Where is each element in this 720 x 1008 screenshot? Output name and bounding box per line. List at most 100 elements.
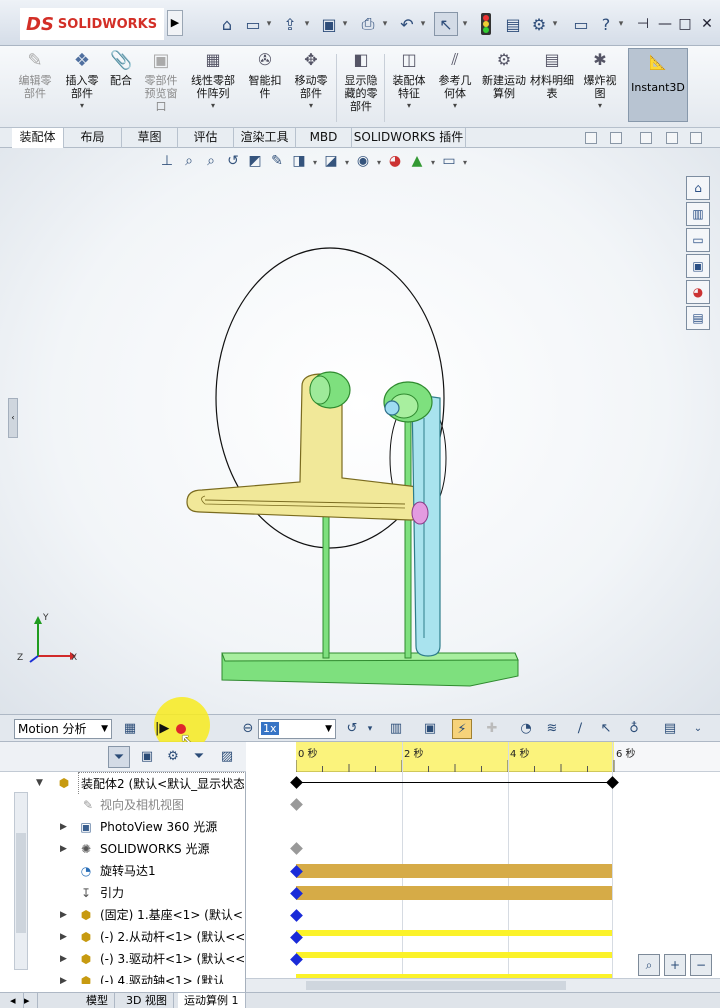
file-properties-icon[interactable]: ▤ — [502, 12, 524, 36]
dropdown-arrow-icon[interactable]: ▾ — [453, 101, 457, 110]
results-plot-icon[interactable]: ▤ — [660, 719, 680, 739]
expand-icon[interactable]: ▶ — [60, 816, 67, 838]
expand-icon[interactable]: ▶ — [60, 970, 67, 984]
playback-slider-icon[interactable]: ⊖ — [238, 719, 258, 739]
key-point[interactable] — [606, 776, 619, 789]
assembly-model[interactable]: X Y Z — [0, 148, 720, 714]
expand-icon[interactable]: ▶ — [60, 926, 67, 948]
animation-wizard-icon[interactable]: ▣ — [420, 719, 440, 739]
tab-model[interactable]: 模型 — [80, 993, 115, 1008]
tree-item-part[interactable]: ▶ ⬢ (-) 2.从动杆<1> (默认<<默 — [0, 926, 244, 948]
tab-evaluate[interactable]: 评估 — [178, 128, 234, 148]
print-icon[interactable]: ⎙ — [356, 12, 380, 36]
show-hidden-parts-button[interactable]: ◧ 显示隐藏的零部件 — [340, 50, 382, 124]
bom-button[interactable]: ▤ 材料明细表 — [530, 50, 574, 124]
select-icon[interactable]: ↖ — [434, 12, 458, 36]
save-icon[interactable]: ▣ — [318, 12, 340, 36]
smart-fastener-button[interactable]: ✇ 智能扣件 — [244, 50, 286, 124]
zoom-to-fit-icon[interactable]: ⌕ — [638, 954, 660, 976]
tree-item-assembly[interactable]: ▼ ⬢ 装配体2 (默认<默认_显示状态 — [0, 772, 244, 794]
motion-timeline[interactable]: 0 秒 2 秒 4 秒 6 秒 ⌕ + − — [246, 742, 720, 988]
print-dropdown-icon[interactable]: ▾ — [380, 12, 390, 36]
maximize-view-icon[interactable] — [690, 132, 702, 144]
mate-button[interactable]: 📎 配合 — [106, 50, 136, 124]
tree-item-rotary-motor[interactable]: ◔ 旋转马达1 — [0, 860, 244, 882]
chevron-down-icon[interactable]: ⌄ — [688, 719, 708, 739]
tab-sketch[interactable]: 草图 — [122, 128, 178, 148]
part-timeline-bar[interactable] — [296, 930, 612, 936]
study-type-select[interactable]: Motion 分析 ▼ — [14, 719, 112, 739]
zoom-out-icon[interactable]: − — [690, 954, 712, 976]
new-document-icon[interactable]: ▭ — [242, 12, 264, 36]
home-icon[interactable]: ⌂ — [215, 12, 239, 36]
solidworks-logo[interactable]: DS SOLIDWORKS — [20, 8, 164, 40]
filter-icon[interactable]: ⏷ — [108, 746, 130, 768]
graphics-area[interactable]: ⊥ ⌕ ⌕ ↺ ◩ ✎ ◨ ▾ ◪ ▾ ◉ ▾ ◕ ▲ ▾ ▭ ▾ ⌂ ▥ ▭ … — [0, 148, 720, 714]
key-point[interactable] — [290, 909, 303, 922]
maximize-button[interactable]: □ — [674, 14, 696, 34]
collapse-right-icon[interactable] — [610, 132, 622, 144]
help-dropdown-icon[interactable]: ▾ — [616, 12, 626, 36]
expand-icon[interactable]: ▶ — [60, 948, 67, 970]
filter-driving-icon[interactable]: ⚙ — [162, 746, 184, 768]
tree-item-gravity[interactable]: ↧ 引力 — [0, 882, 244, 904]
insert-part-button[interactable]: ❖ 插入零部件 ▾ — [60, 50, 104, 124]
spring-icon[interactable]: ≋ — [542, 719, 562, 739]
dropdown-arrow-icon[interactable]: ▾ — [407, 101, 411, 110]
motor-timeline-bar[interactable] — [296, 864, 612, 878]
timeline-scrollbar[interactable] — [246, 978, 720, 992]
restore-icon[interactable] — [666, 132, 678, 144]
new-motion-study-button[interactable]: ⚙ 新建运动算例 — [482, 50, 526, 124]
tab-render-tools[interactable]: 渲染工具 — [234, 128, 296, 148]
options-icon[interactable]: ⚙ — [528, 12, 550, 36]
exploded-view-button[interactable]: ✱ 爆炸视图 ▾ — [578, 50, 622, 124]
filter-results-icon[interactable]: ▨ — [216, 746, 238, 768]
autokey-icon[interactable]: ⚡ — [452, 719, 472, 739]
dropdown-arrow-icon[interactable]: ▾ — [211, 101, 215, 110]
key-point[interactable] — [290, 798, 303, 811]
menu-expand-arrow[interactable]: ▶ — [167, 10, 183, 36]
key-point[interactable] — [290, 776, 303, 789]
dropdown-arrow-icon[interactable]: ▾ — [598, 101, 602, 110]
open-icon[interactable]: ⇪ — [278, 12, 302, 36]
move-part-button[interactable]: ✥ 移动零部件 ▾ — [290, 50, 332, 124]
edit-part-button[interactable]: ✎ 编辑零部件 — [12, 50, 58, 124]
tree-item-sw-lights[interactable]: ▶ ✺ SOLIDWORKS 光源 — [0, 838, 244, 860]
linear-pattern-button[interactable]: ▦ 线性零部件阵列 ▾ — [188, 50, 238, 124]
tab-assembly[interactable]: 装配体 — [12, 128, 64, 148]
rebuild-icon[interactable] — [476, 12, 496, 36]
pin-icon[interactable]: ⊣ — [632, 14, 654, 34]
tile-icon[interactable] — [640, 132, 652, 144]
filter-selected-icon[interactable]: ⏷ — [188, 746, 210, 768]
tree-item-photoview-lights[interactable]: ▶ ▣ PhotoView 360 光源 — [0, 816, 244, 838]
help-icon[interactable]: ? — [596, 12, 616, 36]
dropdown-arrow-icon[interactable]: ▾ — [80, 101, 84, 110]
motor-icon[interactable]: ◔ — [516, 719, 536, 739]
calculate-icon[interactable]: ▦ — [120, 719, 140, 739]
save-animation-icon[interactable]: ▥ — [386, 719, 406, 739]
options-dropdown-icon[interactable]: ▾ — [550, 12, 560, 36]
tab-mbd[interactable]: MBD — [296, 128, 352, 148]
play-from-start-icon[interactable]: |▶ — [155, 721, 169, 736]
scroll-right-icon[interactable]: ▸ — [24, 993, 38, 1008]
part-preview-button[interactable]: ▣ 零部件预览窗口 — [140, 50, 182, 124]
scroll-left-icon[interactable]: ◂ — [10, 993, 24, 1008]
collapse-icon[interactable]: ▼ — [36, 772, 43, 794]
add-key-icon[interactable]: ✚ — [482, 719, 502, 739]
playback-mode-icon[interactable]: ↺ — [342, 719, 362, 739]
undo-icon[interactable]: ↶ — [396, 12, 418, 36]
tab-3d-views[interactable]: 3D 视图 — [120, 993, 174, 1008]
minimize-button[interactable]: — — [654, 14, 676, 34]
tab-motion-study-1[interactable]: 运动算例 1 — [178, 993, 246, 1008]
tab-solidworks-addins[interactable]: SOLIDWORKS 插件 — [352, 128, 466, 148]
chevron-down-icon[interactable]: ▾ — [360, 719, 380, 739]
tree-item-part[interactable]: ▶ ⬢ (-) 4.驱动轴<1> (默认 — [0, 970, 244, 984]
filter-animated-icon[interactable]: ▣ — [136, 746, 158, 768]
tree-item-view-camera[interactable]: ✎ 视向及相机视图 — [0, 794, 244, 816]
dropdown-arrow-icon[interactable]: ▾ — [309, 101, 313, 110]
reference-geometry-button[interactable]: ⫽ 参考几何体 ▾ — [434, 50, 476, 124]
contact-icon[interactable]: ♁ — [624, 719, 644, 739]
close-button[interactable]: ✕ — [696, 14, 718, 34]
new-dropdown-icon[interactable]: ▾ — [264, 12, 274, 36]
playback-speed-select[interactable]: 1x ▼ — [258, 719, 336, 739]
